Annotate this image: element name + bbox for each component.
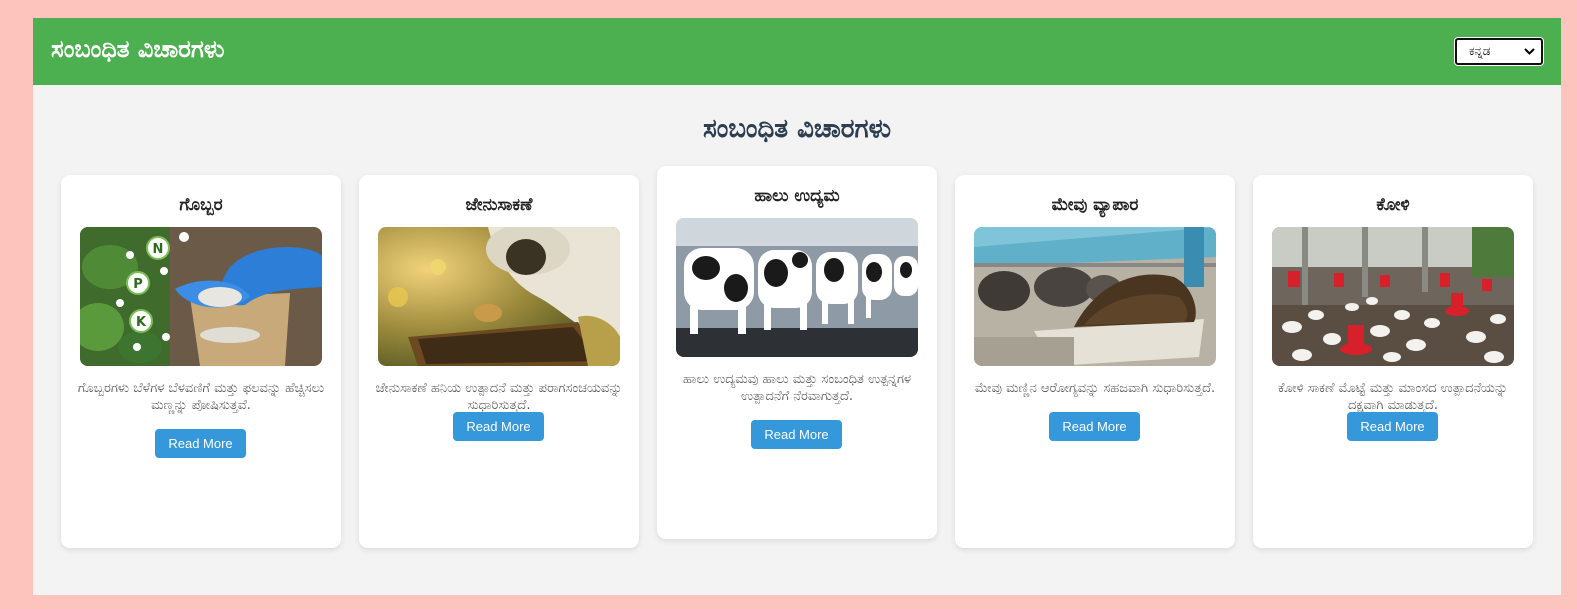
card-title: ಜೇನುಸಾಕಣೆ [465,195,533,215]
card-poultry: ಕೋಳಿ ಕೋಳಿ ಸಾಕಣೆ ಮೊಟ್ಟೆ ಮತ್ತು ಮಾಂಸದ ಉತ್ಪಾ… [1253,175,1533,548]
fertilizer-image: N P K [80,227,322,366]
read-more-button[interactable]: Read More [155,429,246,458]
header-title: ಸಂಬಂಧಿತ ವಿಚಾರಗಳು [51,35,225,63]
language-selected-value: ಕನ್ನಡ [1469,44,1491,58]
svg-text:P: P [133,277,143,292]
card-beekeeping: ಜೇನುಸಾಕಣೆ ಜೇನುಸಾಕಣೆ ಹನಿಯ ಉತ್ಪಾದನೆ ಮತ್ತು … [359,175,639,548]
card-description: ಜೇನುಸಾಕಣೆ ಹನಿಯ ಉತ್ಪಾದನೆ ಮತ್ತು ಪರಾಗಸಂಚಯವನ… [375,381,623,413]
card-title: ಹಾಲು ಉದ್ಯಮ [754,186,840,206]
card-description: ಗೊಬ್ಬರಗಳು ಬೆಳೆಗಳ ಬೆಳವಣಿಗೆ ಮತ್ತು ಫಲವನ್ನು … [77,381,325,413]
language-select[interactable]: ಕನ್ನಡ [1455,38,1543,65]
poultry-image [1272,227,1514,366]
chevron-down-icon [1524,48,1535,55]
dairy-image [676,218,918,357]
read-more-button[interactable]: Read More [453,412,544,441]
section-title: ಸಂಬಂಧಿತ ವಿಚಾರಗಳು [703,114,891,144]
read-more-button[interactable]: Read More [1049,412,1140,441]
card-description: ಕೋಳಿ ಸಾಕಣೆ ಮೊಟ್ಟೆ ಮತ್ತು ಮಾಂಸದ ಉತ್ಪಾದನೆಯನ… [1278,381,1508,413]
app-container: ಸಂಬಂಧಿತ ವಿಚಾರಗಳು ಕನ್ನಡ ಸಂಬಂಧಿತ ವಿಚಾರಗಳು … [33,18,1561,595]
card-title: ಗೊಬ್ಬರ [179,195,223,215]
fodder-image [974,227,1216,366]
card-fertilizer: ಗೊಬ್ಬರ N P K ಗೊಬ್ಬರಗಳು ಬೆಳೆಗಳ ಬೆಳವಣಿಗೆ ಮ… [61,175,341,548]
svg-text:N: N [153,242,164,257]
header-bar: ಸಂಬಂಧಿತ ವಿಚಾರಗಳು ಕನ್ನಡ [33,18,1561,85]
card-title: ಮೇವು ವ್ಯಾಪಾರ [1051,195,1139,215]
card-dairy: ಹಾಲು ಉದ್ಯಮ ಹಾಲು ಉದ್ಯಮವು ಹಾಲು ಮತ್ತು ಸಂಬಂಧ… [657,166,937,539]
read-more-button[interactable]: Read More [751,420,842,449]
beekeeping-image [378,227,620,366]
card-description: ಹಾಲು ಉದ್ಯಮವು ಹಾಲು ಮತ್ತು ಸಂಬಂಧಿತ ಉತ್ಪನ್ನಗ… [682,372,912,404]
card-description: ಮೇವು ಮಣ್ಣಿನ ಆರೋಗ್ಯವನ್ನು ಸಹಜವಾಗಿ ಸುಧಾರಿಸು… [974,381,1216,396]
svg-text:K: K [136,315,147,330]
card-title: ಕೋಳಿ [1376,195,1410,215]
card-fodder: ಮೇವು ವ್ಯಾಪಾರ ಮೇವು ಮಣ್ಣಿನ ಆರೋಗ್ಯವನ್ನು ಸಹಜ… [955,175,1235,548]
read-more-button[interactable]: Read More [1347,412,1438,441]
